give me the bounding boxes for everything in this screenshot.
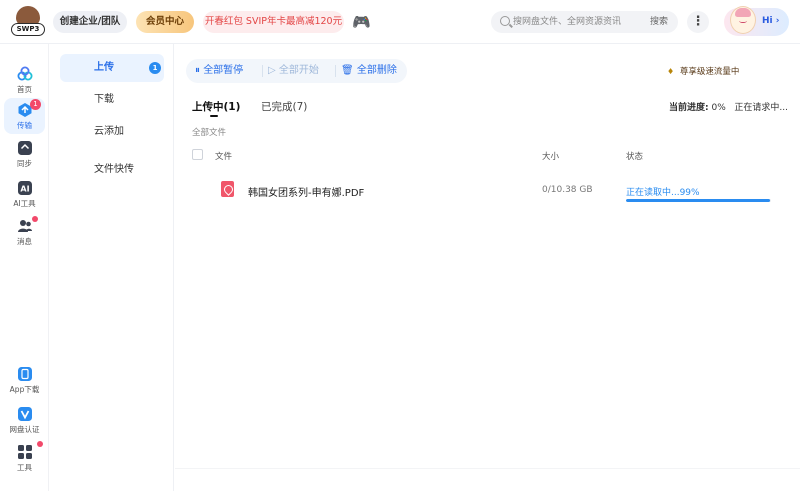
transfer-badge: 1 xyxy=(30,99,41,110)
rail-item-tools[interactable]: 工具 xyxy=(4,440,45,476)
rail-label-transfer: 传输 xyxy=(17,121,32,130)
breadcrumb[interactable]: 全部文件 xyxy=(192,126,226,138)
top-bar: SWP3 创建企业/团队 会员中心 开春红包 SVIP年卡最高减120元 🎮 搜… xyxy=(0,0,800,44)
tools-dot xyxy=(37,441,43,447)
search-icon xyxy=(500,16,510,26)
play-icon: ▷ xyxy=(268,65,276,76)
home-cloud-icon xyxy=(17,66,32,81)
file-progress-fill xyxy=(626,199,770,202)
vip-center-button[interactable]: 会员中心 xyxy=(136,11,194,33)
pause-icon: ⏸︎ xyxy=(195,65,200,76)
select-all-checkbox[interactable] xyxy=(192,149,203,160)
rail-item-messages[interactable]: 消息 xyxy=(4,214,45,250)
rail-item-transfer[interactable]: 传输 1 xyxy=(4,98,45,134)
gamepad-icon[interactable]: 🎮 xyxy=(352,13,371,31)
delete-all-button[interactable]: 🗑︎ 全部删除 xyxy=(341,59,397,83)
pause-all-label: 全部暂停 xyxy=(203,65,244,76)
verify-shield-icon xyxy=(17,407,32,421)
column-header-size[interactable]: 大小 xyxy=(542,150,559,162)
rail-label-verify: 网盘认证 xyxy=(9,425,40,434)
table-row[interactable]: 韩国女团系列-申有娜.PDF 0/10.38 GB 正在读取中...99% xyxy=(192,176,792,204)
subnav-label-cloud-add: 云添加 xyxy=(94,126,124,137)
file-size: 0/10.38 GB xyxy=(542,185,593,195)
start-all-label: 全部开始 xyxy=(278,65,319,76)
app-logo[interactable]: SWP3 xyxy=(11,6,45,36)
pause-all-button[interactable]: ⏸︎ 全部暂停 xyxy=(195,59,243,83)
pdf-file-icon xyxy=(221,181,234,197)
transfer-toolbar: ⏸︎ 全部暂停 ▷ 全部开始 🗑︎ 全部删除 xyxy=(186,59,407,83)
rail-item-home[interactable]: 首页 xyxy=(4,62,45,98)
subnav-label-quick-transfer: 文件快传 xyxy=(94,164,134,175)
search-button[interactable]: 搜索 xyxy=(650,11,668,33)
rail-label-app-download: App下载 xyxy=(9,385,40,394)
promo-banner-button[interactable]: 开春红包 SVIP年卡最高减120元 xyxy=(203,11,344,33)
rail-item-sync[interactable]: 同步 xyxy=(4,136,45,172)
file-name: 韩国女团系列-申有娜.PDF xyxy=(248,188,365,199)
rail-label-sync: 同步 xyxy=(17,159,32,168)
subnav-item-cloud-add[interactable]: 云添加 xyxy=(60,118,164,146)
svg-text:AI: AI xyxy=(20,185,29,194)
file-status: 正在读取中...99% xyxy=(626,188,700,198)
rail-label-ai-tools: AI工具 xyxy=(13,199,36,208)
messages-dot xyxy=(32,216,38,222)
progress-value: 0% xyxy=(711,103,726,113)
transfer-subnav: 上传 1 下载 云添加 文件快传 xyxy=(50,44,174,491)
tab-active-indicator xyxy=(210,115,218,117)
subnav-item-upload[interactable]: 上传 1 xyxy=(60,54,164,82)
tab-completed[interactable]: 已完成(7) xyxy=(261,99,307,114)
file-progress-bar xyxy=(626,199,771,202)
more-menu-icon[interactable]: ⋮ xyxy=(687,11,709,33)
rail-label-messages: 消息 xyxy=(17,237,32,246)
rail-item-ai-tools[interactable]: AI AI工具 xyxy=(4,176,45,212)
avatar[interactable] xyxy=(730,6,756,34)
progress-status: 正在请求中... xyxy=(734,103,788,113)
column-header-status[interactable]: 状态 xyxy=(626,150,643,162)
greeting-label: Hi › xyxy=(762,16,780,26)
toolbar-divider xyxy=(335,65,336,77)
rail-label-tools: 工具 xyxy=(17,463,32,472)
upload-count-badge: 1 xyxy=(149,62,161,74)
grid-tools-icon xyxy=(17,445,32,459)
message-icon xyxy=(17,220,32,232)
search-box[interactable]: 搜索 xyxy=(491,11,678,33)
phone-icon xyxy=(17,367,32,381)
rail-label-home: 首页 xyxy=(17,85,32,94)
column-header-file[interactable]: 文件 xyxy=(215,150,232,162)
rail-item-app-download[interactable]: App下载 xyxy=(4,362,45,398)
start-all-button[interactable]: ▷ 全部开始 xyxy=(268,59,319,83)
rail-item-verify[interactable]: 网盘认证 xyxy=(4,402,45,438)
sync-icon xyxy=(17,141,32,155)
subnav-item-quick-transfer[interactable]: 文件快传 xyxy=(60,156,164,184)
create-team-button[interactable]: 创建企业/团队 xyxy=(53,11,127,33)
ai-tool-icon: AI xyxy=(17,181,32,195)
tab-uploading[interactable]: 上传中(1) xyxy=(192,99,240,114)
speed-status[interactable]: ♦ 尊享级速流量中 xyxy=(667,65,739,77)
table-header: 文件 大小 状态 xyxy=(192,149,792,163)
toolbar-divider xyxy=(262,65,263,77)
overall-progress: 当前进度: 0% 正在请求中... xyxy=(669,100,788,113)
subnav-label-download: 下载 xyxy=(94,94,114,105)
delete-all-label: 全部删除 xyxy=(356,65,397,76)
progress-label: 当前进度: xyxy=(669,103,709,113)
logo-text: SWP3 xyxy=(11,23,45,36)
trash-icon: 🗑︎ xyxy=(341,65,354,76)
speed-label: 尊享级速流量中 xyxy=(679,67,740,77)
footer-divider xyxy=(175,468,800,469)
diamond-icon: ♦ xyxy=(667,67,675,76)
search-input[interactable] xyxy=(513,14,638,30)
subnav-item-download[interactable]: 下载 xyxy=(60,86,164,114)
subnav-label-upload: 上传 xyxy=(94,62,114,73)
main-panel: ⏸︎ 全部暂停 ▷ 全部开始 🗑︎ 全部删除 ♦ 尊享级速流量中 上传中(1) … xyxy=(175,44,800,491)
left-rail: 首页 传输 1 同步 AI AI工具 消息 App下载 网盘认证 工具 xyxy=(0,44,49,491)
